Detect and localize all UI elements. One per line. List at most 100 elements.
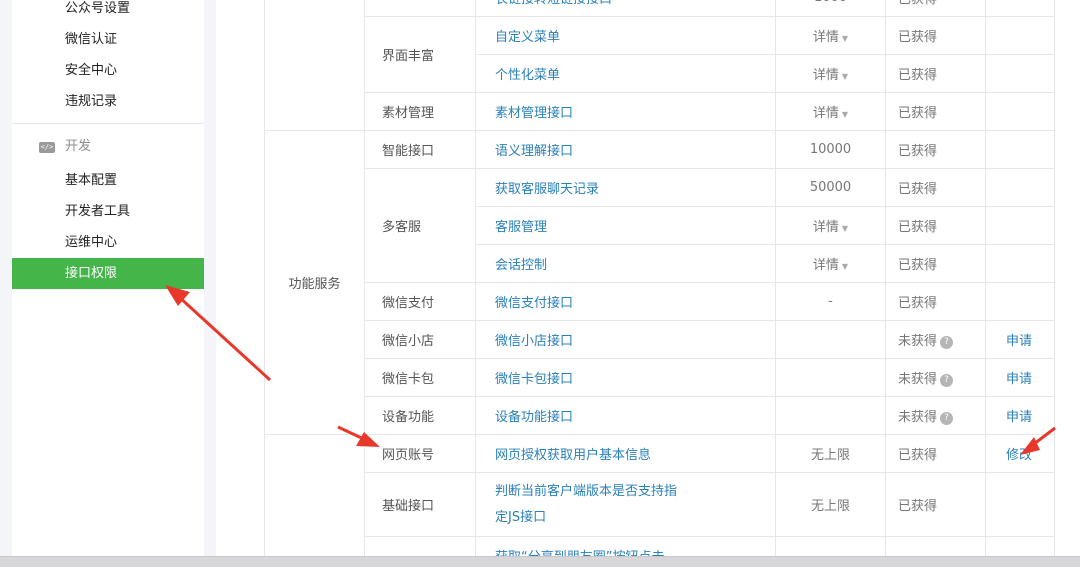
caret-down-icon: ▼ <box>841 224 849 233</box>
sidebar-item-account-settings[interactable]: 公众号设置 <box>12 0 204 24</box>
subcategory-cell: 界面丰富 <box>364 16 476 93</box>
quota-label: 详情 <box>812 258 839 273</box>
subcategory-cell <box>364 0 476 17</box>
quota-label: 详情 <box>812 220 839 235</box>
api-name-link[interactable]: 获取客服聊天记录 <box>475 168 776 207</box>
sidebar-top-list: 公众号设置 微信认证 安全中心 违规记录 <box>12 0 204 117</box>
api-name-link[interactable]: 判断当前客户端版本是否支持指定JS接口 <box>475 472 776 537</box>
api-name-link[interactable]: 素材管理接口 <box>475 92 776 131</box>
table-row: 基础接口 判断当前客户端版本是否支持指定JS接口 无上限 已获得 <box>265 472 1055 537</box>
table-row: 素材管理 素材管理接口 详情 ▼ 已获得 <box>265 92 1055 131</box>
quota-cell: 10000 <box>775 130 886 169</box>
action-cell <box>985 0 1055 17</box>
quota-details-dropdown[interactable]: 详情 ▼ <box>775 54 886 93</box>
sidebar-item-wechat-verify[interactable]: 微信认证 <box>12 24 204 55</box>
modify-link[interactable]: 修改 <box>985 434 1055 473</box>
api-name-link[interactable]: 个性化菜单 <box>475 54 776 93</box>
subcategory-cell: 微信小店 <box>364 320 476 359</box>
quota-cell: - <box>775 282 886 321</box>
quota-label: 详情 <box>812 30 839 45</box>
status-cell: 已获得 <box>885 0 986 17</box>
category-cell: 功能服务 <box>264 130 365 435</box>
status-cell: 未获得? <box>885 320 986 359</box>
code-icon: </> <box>39 141 55 153</box>
status-cell: 已获得 <box>885 16 986 55</box>
quota-cell <box>775 358 886 397</box>
table-row: 网页账号 网页授权获取用户基本信息 无上限 已获得 修改 <box>264 434 1055 567</box>
sidebar-item-basic-config[interactable]: 基本配置 <box>12 165 204 196</box>
api-name-link[interactable]: 自定义菜单 <box>475 16 776 55</box>
table-row: 功能服务 智能接口 语义理解接口 10000 已获得 <box>264 130 1055 435</box>
quota-details-dropdown[interactable]: 详情 ▼ <box>775 16 886 55</box>
status-cell: 已获得 <box>885 168 986 207</box>
quota-cell <box>775 320 886 359</box>
api-name-link[interactable]: 网页授权获取用户基本信息 <box>475 434 776 473</box>
caret-down-icon: ▼ <box>841 34 849 43</box>
horizontal-scrollbar[interactable] <box>0 556 1080 567</box>
category-cell <box>264 0 365 131</box>
main-panel: 长链接转短链接接口 1000 已获得 界面丰富 自定义菜单 详情▼ 已获得 个性… <box>216 0 1080 567</box>
sidebar-item-dev-tools[interactable]: 开发者工具 <box>12 196 204 227</box>
action-cell <box>985 472 1055 537</box>
table-row: 微信小店 微信小店接口 未获得? 申请 <box>265 320 1055 359</box>
quota-details-dropdown[interactable]: 详情 ▼ <box>775 92 886 131</box>
api-name-link[interactable]: 会话控制 <box>475 244 776 283</box>
table-row: 设备功能 设备功能接口 未获得? 申请 <box>265 396 1055 435</box>
question-circle-icon[interactable]: ? <box>940 412 954 425</box>
status-label: 未获得 <box>898 372 938 387</box>
table-row: 微信卡包 微信卡包接口 未获得? 申请 <box>265 358 1055 397</box>
apply-link[interactable]: 申请 <box>985 320 1055 359</box>
api-name-link[interactable]: 微信卡包接口 <box>475 358 776 397</box>
sidebar-item-ops-center[interactable]: 运维中心 <box>12 227 204 258</box>
api-name-link[interactable]: 微信小店接口 <box>475 320 776 359</box>
api-name-link[interactable]: 语义理解接口 <box>475 130 776 169</box>
question-circle-icon[interactable]: ? <box>940 374 954 387</box>
apply-link[interactable]: 申请 <box>985 396 1055 435</box>
sidebar-item-violations[interactable]: 违规记录 <box>12 86 204 117</box>
sidebar: 公众号设置 微信认证 安全中心 违规记录 </> 开发 基本配置 开发者工具 运… <box>12 0 204 556</box>
quota-label: 详情 <box>812 68 839 83</box>
status-cell: 已获得 <box>885 206 986 245</box>
subcategory-cell: 基础接口 <box>364 472 476 537</box>
sidebar-item-api-permissions[interactable]: 接口权限 <box>12 258 204 289</box>
table-row: 多客服 获取客服聊天记录 50000 已获得 <box>265 168 1055 283</box>
quota-label: 详情 <box>812 106 839 121</box>
status-cell: 已获得 <box>885 282 986 321</box>
quota-details-dropdown[interactable]: 详情 ▼ <box>775 244 886 283</box>
status-cell: 未获得? <box>885 396 986 435</box>
action-cell <box>985 206 1055 245</box>
subcategory-cell: 智能接口 <box>364 130 476 169</box>
api-name-link[interactable]: 设备功能接口 <box>475 396 776 435</box>
action-cell <box>985 54 1055 93</box>
status-cell: 已获得 <box>885 472 986 537</box>
sidebar-item-security[interactable]: 安全中心 <box>12 55 204 86</box>
api-permission-table: 长链接转短链接接口 1000 已获得 界面丰富 自定义菜单 详情▼ 已获得 个性… <box>264 0 1055 567</box>
subcategory-cell: 微信支付 <box>364 282 476 321</box>
subcategory-cell: 网页账号 <box>364 434 476 473</box>
category-cell <box>264 434 365 567</box>
status-cell: 已获得 <box>885 54 986 93</box>
apply-link[interactable]: 申请 <box>985 358 1055 397</box>
api-name-link[interactable]: 长链接转短链接接口 <box>475 0 776 17</box>
caret-down-icon: ▼ <box>841 72 849 81</box>
status-cell: 已获得 <box>885 92 986 131</box>
api-name-link[interactable]: 微信支付接口 <box>475 282 776 321</box>
status-label: 未获得 <box>898 410 938 425</box>
status-cell: 未获得? <box>885 358 986 397</box>
action-cell <box>985 92 1055 131</box>
action-cell <box>985 282 1055 321</box>
action-cell <box>985 16 1055 55</box>
api-name-link[interactable]: 客服管理 <box>475 206 776 245</box>
action-cell <box>985 244 1055 283</box>
table-row: 长链接转短链接接口 1000 已获得 <box>264 0 1055 131</box>
subcategory-cell: 微信卡包 <box>364 358 476 397</box>
quota-cell: 50000 <box>775 168 886 207</box>
quota-cell <box>775 396 886 435</box>
question-circle-icon[interactable]: ? <box>940 336 954 349</box>
quota-cell: 1000 <box>775 0 886 17</box>
status-cell: 已获得 <box>885 434 986 473</box>
quota-details-dropdown[interactable]: 详情 ▼ <box>775 206 886 245</box>
quota-cell: 无上限 <box>775 472 886 537</box>
quota-cell: 无上限 <box>775 434 886 473</box>
status-cell: 已获得 <box>885 130 986 169</box>
